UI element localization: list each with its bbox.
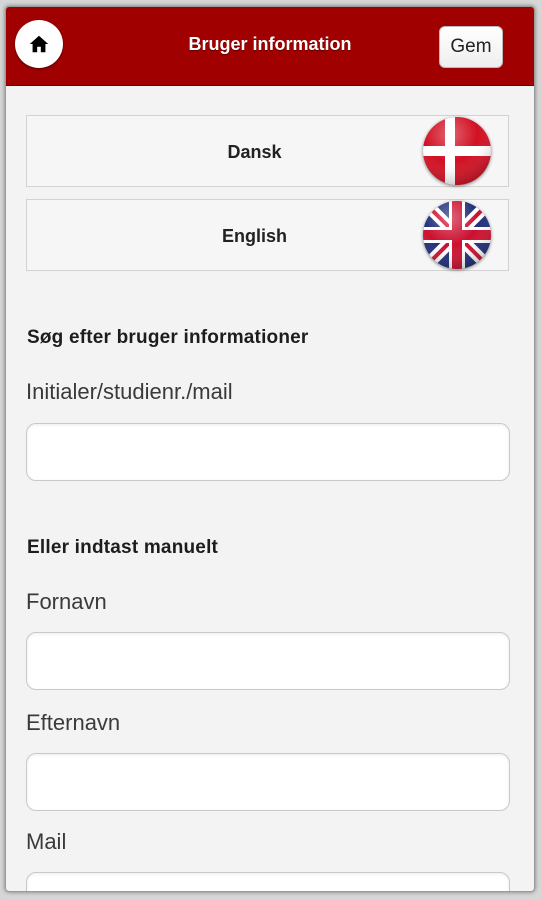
language-label: Dansk (227, 142, 282, 162)
last-name-input[interactable] (26, 753, 510, 811)
search-input[interactable] (26, 423, 510, 481)
first-name-input[interactable] (26, 632, 510, 690)
mail-input[interactable] (26, 872, 510, 891)
denmark-flag-icon (423, 117, 491, 185)
search-heading: Søg efter bruger informationer (27, 327, 309, 348)
app-window: Bruger information Gem Dansk English Søg… (5, 6, 535, 892)
mail-label: Mail (26, 829, 67, 854)
language-option-english[interactable]: English (26, 199, 509, 271)
language-option-dansk[interactable]: Dansk (26, 115, 509, 187)
search-field-label: Initialer/studienr./mail (26, 379, 233, 404)
last-name-label: Efternavn (26, 710, 121, 735)
first-name-label: Fornavn (26, 589, 107, 614)
save-button[interactable]: Gem (439, 26, 503, 68)
header-bar: Bruger information Gem (6, 7, 534, 86)
uk-flag-icon (423, 201, 491, 269)
language-label: English (221, 226, 287, 246)
manual-heading: Eller indtast manuelt (27, 537, 219, 558)
